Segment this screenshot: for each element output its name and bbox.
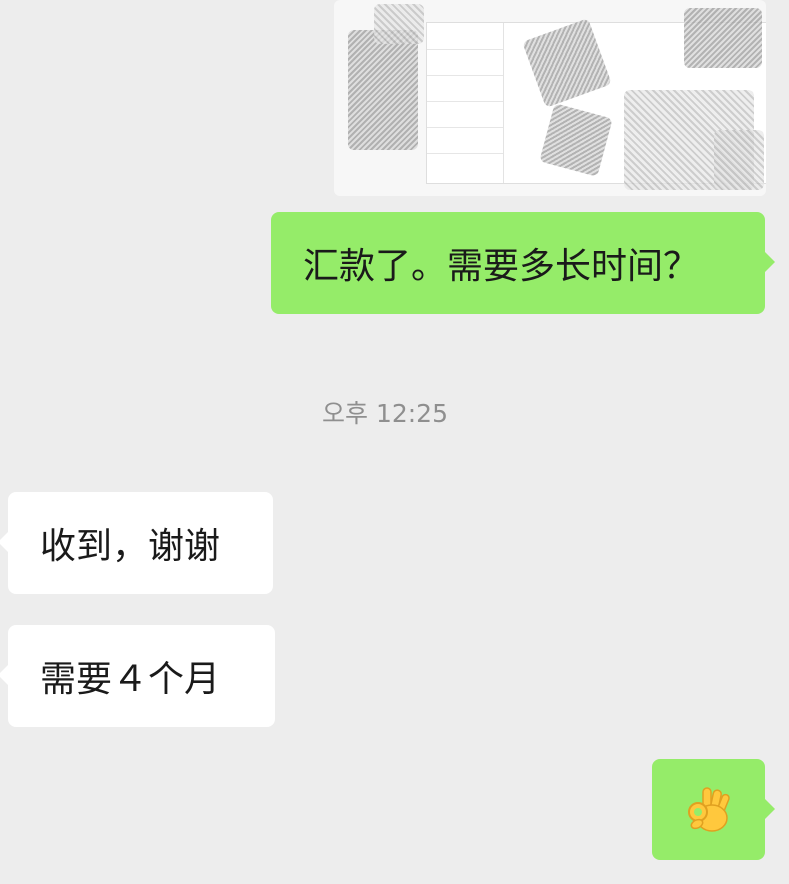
message-text: 汇款了。需要多长时间？: [303, 246, 700, 287]
received-message-bubble[interactable]: 需要４个月: [0, 625, 275, 727]
table-divider: [503, 23, 504, 183]
table-row-line: [427, 75, 503, 76]
ok-hand-emoji-icon: [683, 784, 735, 836]
redaction-scribble: [714, 130, 764, 190]
table-row-line: [427, 127, 503, 128]
image-message[interactable]: [334, 0, 766, 196]
sent-emoji-bubble[interactable]: [652, 759, 775, 860]
redaction-scribble: [684, 8, 762, 68]
table-row-line: [427, 153, 503, 154]
received-message-bubble[interactable]: 收到，谢谢: [0, 492, 273, 594]
message-text: 收到，谢谢: [40, 526, 221, 567]
sent-message-bubble[interactable]: 汇款了。需要多长时间？: [271, 212, 775, 314]
redaction-scribble: [348, 30, 418, 150]
redaction-scribble: [374, 4, 424, 44]
message-timestamp: 오후 12:25: [322, 399, 448, 428]
table-row-line: [427, 49, 503, 50]
chat-conversation: 汇款了。需要多长时间？ 오후 12:25 收到，谢谢 需要４个月: [0, 0, 789, 884]
message-text: 需要４个月: [40, 659, 221, 700]
table-row-line: [427, 101, 503, 102]
